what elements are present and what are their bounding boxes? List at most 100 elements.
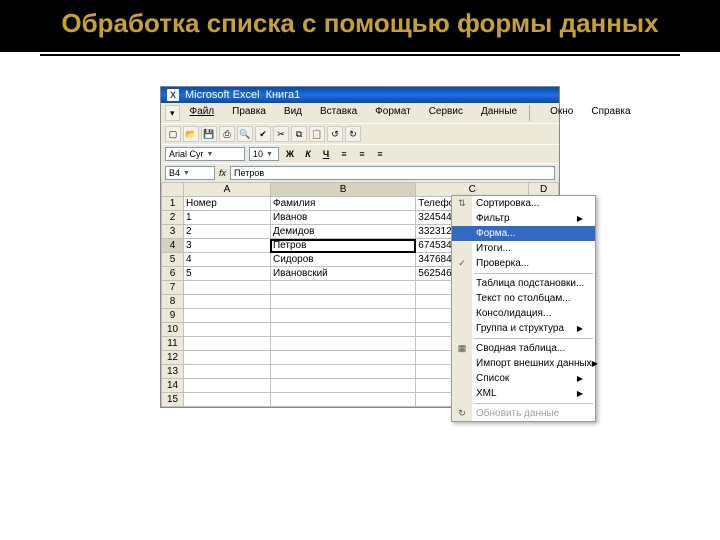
row-header-13[interactable]: 13 xyxy=(162,365,184,379)
underline-button[interactable]: Ч xyxy=(319,147,333,161)
row-header-1[interactable]: 1 xyxy=(162,197,184,211)
cell-B8[interactable] xyxy=(270,295,415,309)
menu-edit[interactable]: Правка xyxy=(224,105,274,121)
cell-A9[interactable] xyxy=(184,309,271,323)
cell-B2[interactable]: Иванов xyxy=(270,211,415,225)
menu-file[interactable]: Файл xyxy=(182,105,223,121)
row-header-3[interactable]: 3 xyxy=(162,225,184,239)
submenu-arrow-icon: ▶ xyxy=(577,214,583,223)
menu-item-1[interactable]: Фильтр▶ xyxy=(452,211,595,226)
menu-insert[interactable]: Вставка xyxy=(312,105,365,121)
formula-bar[interactable]: Петров xyxy=(230,166,555,180)
menu-item-11[interactable]: ▦Сводная таблица... xyxy=(452,341,595,356)
cell-A6[interactable]: 5 xyxy=(184,267,271,281)
cell-B9[interactable] xyxy=(270,309,415,323)
menu-item-label: Проверка... xyxy=(476,258,529,269)
paste-icon[interactable]: 📋 xyxy=(309,126,325,142)
spell-icon[interactable]: ✔ xyxy=(255,126,271,142)
font-selector[interactable]: Arial Cyr▼ xyxy=(165,147,245,161)
cell-A8[interactable] xyxy=(184,295,271,309)
menu-item-6[interactable]: Таблица подстановки... xyxy=(452,276,595,291)
cell-B6[interactable]: Ивановский xyxy=(270,267,415,281)
cell-B7[interactable] xyxy=(270,281,415,295)
menu-data[interactable]: Данные xyxy=(473,105,525,121)
menu-item-4[interactable]: ✓Проверка... xyxy=(452,256,595,271)
submenu-arrow-icon: ▶ xyxy=(592,359,598,368)
cell-B10[interactable] xyxy=(270,323,415,337)
cell-B14[interactable] xyxy=(270,379,415,393)
row-header-8[interactable]: 8 xyxy=(162,295,184,309)
copy-icon[interactable]: ⧉ xyxy=(291,126,307,142)
menu-item-14[interactable]: XML▶ xyxy=(452,386,595,401)
cell-A12[interactable] xyxy=(184,351,271,365)
row-header-11[interactable]: 11 xyxy=(162,337,184,351)
undo-icon[interactable]: ↺ xyxy=(327,126,343,142)
menu-item-12[interactable]: Импорт внешних данных▶ xyxy=(452,356,595,371)
menu-item-3[interactable]: Итоги... xyxy=(452,241,595,256)
font-size-selector[interactable]: 10▼ xyxy=(249,147,279,161)
cell-A10[interactable] xyxy=(184,323,271,337)
menu-item-2[interactable]: Форма... xyxy=(452,226,595,241)
cell-A7[interactable] xyxy=(184,281,271,295)
bold-button[interactable]: Ж xyxy=(283,147,297,161)
cell-A3[interactable]: 2 xyxy=(184,225,271,239)
cell-A5[interactable]: 4 xyxy=(184,253,271,267)
row-header-10[interactable]: 10 xyxy=(162,323,184,337)
cell-B3[interactable]: Демидов xyxy=(270,225,415,239)
align-left-icon[interactable]: ≡ xyxy=(337,147,351,161)
cell-A1[interactable]: Номер xyxy=(184,197,271,211)
row-header-14[interactable]: 14 xyxy=(162,379,184,393)
cell-A2[interactable]: 1 xyxy=(184,211,271,225)
row-header-7[interactable]: 7 xyxy=(162,281,184,295)
submenu-arrow-icon: ▶ xyxy=(577,389,583,398)
app-menu-icon[interactable]: ▾ xyxy=(165,105,180,121)
formula-bar-row: B4▼ fx Петров xyxy=(161,163,559,182)
cell-B1[interactable]: Фамилия xyxy=(270,197,415,211)
preview-icon[interactable]: 🔍 xyxy=(237,126,253,142)
menu-format[interactable]: Формат xyxy=(367,105,419,121)
row-header-2[interactable]: 2 xyxy=(162,211,184,225)
menu-view[interactable]: Вид xyxy=(276,105,310,121)
cell-A13[interactable] xyxy=(184,365,271,379)
new-icon[interactable]: ▢ xyxy=(165,126,181,142)
menu-item-13[interactable]: Список▶ xyxy=(452,371,595,386)
save-icon[interactable]: 💾 xyxy=(201,126,217,142)
italic-button[interactable]: К xyxy=(301,147,315,161)
cell-B11[interactable] xyxy=(270,337,415,351)
cut-icon[interactable]: ✂ xyxy=(273,126,289,142)
row-header-15[interactable]: 15 xyxy=(162,393,184,407)
align-right-icon[interactable]: ≡ xyxy=(373,147,387,161)
menu-tools[interactable]: Сервис xyxy=(421,105,471,121)
row-header-6[interactable]: 6 xyxy=(162,267,184,281)
menu-item-0[interactable]: ⇅Сортировка... xyxy=(452,196,595,211)
name-box[interactable]: B4▼ xyxy=(165,166,215,180)
open-icon[interactable]: 📂 xyxy=(183,126,199,142)
menu-item-7[interactable]: Текст по столбцам... xyxy=(452,291,595,306)
menu-item-8[interactable]: Консолидация... xyxy=(452,306,595,321)
row-header-5[interactable]: 5 xyxy=(162,253,184,267)
redo-icon[interactable]: ↻ xyxy=(345,126,361,142)
menu-item-9[interactable]: Группа и структура▶ xyxy=(452,321,595,336)
cell-B12[interactable] xyxy=(270,351,415,365)
row-header-9[interactable]: 9 xyxy=(162,309,184,323)
submenu-arrow-icon: ▶ xyxy=(577,374,583,383)
fx-icon[interactable]: fx xyxy=(219,168,226,178)
select-all-corner[interactable] xyxy=(162,183,184,197)
row-header-12[interactable]: 12 xyxy=(162,351,184,365)
cell-A15[interactable] xyxy=(184,393,271,407)
row-header-4[interactable]: 4 xyxy=(162,239,184,253)
col-header-B[interactable]: B xyxy=(270,183,415,197)
cell-B13[interactable] xyxy=(270,365,415,379)
menu-help[interactable]: Справка xyxy=(583,105,638,121)
print-icon[interactable]: ⎙ xyxy=(219,126,235,142)
cell-A11[interactable] xyxy=(184,337,271,351)
cell-B4[interactable]: Петров xyxy=(270,239,415,253)
col-header-A[interactable]: A xyxy=(184,183,271,197)
cell-B15[interactable] xyxy=(270,393,415,407)
cell-B5[interactable]: Сидоров xyxy=(270,253,415,267)
cell-A4[interactable]: 3 xyxy=(184,239,271,253)
menu-item-label: Обновить данные xyxy=(476,408,559,419)
cell-A14[interactable] xyxy=(184,379,271,393)
menu-window[interactable]: Окно xyxy=(542,105,581,121)
align-center-icon[interactable]: ≡ xyxy=(355,147,369,161)
